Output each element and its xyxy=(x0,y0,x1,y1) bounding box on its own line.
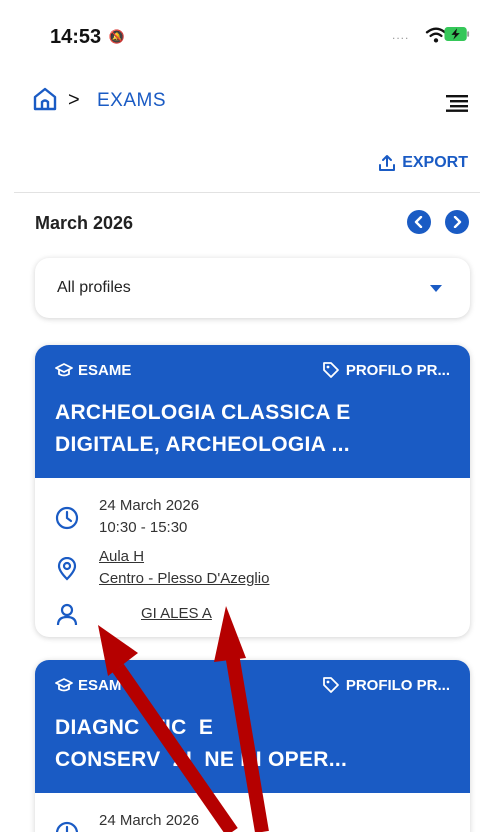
home-icon[interactable] xyxy=(32,86,58,112)
bell-slash-icon: 🔕 xyxy=(108,29,125,44)
profile-select-value: All profiles xyxy=(57,279,131,296)
exam-type-tag: ESAME xyxy=(55,361,131,379)
exam-card-header: ESAM PROFILO PR... DIAGNC TIC E CONSERV … xyxy=(35,660,470,793)
clock-icon xyxy=(55,821,79,832)
exam-card-header: ESAME PROFILO PR... ARCHEOLOGIA CLASSICA… xyxy=(35,345,470,478)
exam-teacher-link[interactable]: GI ALES A xyxy=(141,604,212,624)
profile-label: PROFILO PR... xyxy=(345,361,450,379)
user-icon xyxy=(56,603,78,626)
exam-time: 10:30 - 15:30 xyxy=(99,519,188,536)
export-button[interactable]: EXPORT xyxy=(378,154,468,172)
breadcrumb-current: EXAMS xyxy=(97,90,167,111)
month-title: March 2026 xyxy=(35,213,134,233)
profile-tag: PROFILO PR... xyxy=(322,676,450,694)
location-pin-icon xyxy=(57,557,77,581)
exam-type-label: ESAME xyxy=(78,361,132,379)
status-bar: 14:53 🔕 .... xyxy=(0,0,480,60)
tag-icon xyxy=(322,677,339,693)
exam-location-link[interactable]: Centro - Plesso D'Azeglio xyxy=(99,569,269,589)
chevron-right-icon xyxy=(453,216,462,228)
divider xyxy=(14,192,480,193)
clock-icon xyxy=(55,506,79,530)
exam-title-line2: CONSERV ZI NE DI OPER... xyxy=(55,748,348,771)
time-text: 14:53 xyxy=(50,26,102,48)
exam-title-line2: DIGITALE, ARCHEOLOGIA ... xyxy=(55,433,350,456)
upload-icon xyxy=(379,155,396,171)
exam-title-line1: ARCHEOLOGIA CLASSICA E xyxy=(55,401,351,424)
breadcrumb-separator: > xyxy=(68,89,80,111)
exam-title: DIAGNC TIC E CONSERV ZI NE DI OPER... xyxy=(55,712,455,776)
menu-icon[interactable] xyxy=(446,94,468,112)
graduation-cap-icon xyxy=(55,363,73,377)
profile-label: PROFILO PR... xyxy=(345,676,450,694)
exam-title: ARCHEOLOGIA CLASSICA E DIGITALE, ARCHEOL… xyxy=(55,397,455,461)
profile-tag: PROFILO PR... xyxy=(322,361,450,379)
exam-card[interactable]: ESAME PROFILO PR... ARCHEOLOGIA CLASSICA… xyxy=(35,345,470,637)
battery-charging-icon xyxy=(444,27,470,41)
month-navigator: March 2026 xyxy=(35,210,473,236)
breadcrumb: > EXAMS xyxy=(0,82,480,126)
exam-date: 24 March 2026 xyxy=(99,812,200,829)
graduation-cap-icon xyxy=(55,678,73,692)
next-month-button[interactable] xyxy=(445,210,469,234)
profile-select[interactable]: All profiles xyxy=(35,258,470,318)
exam-type-tag: ESAM xyxy=(55,676,121,694)
exam-date: 24 March 2026 xyxy=(99,497,200,514)
tag-icon xyxy=(322,362,339,378)
exam-title-line1: DIAGNC TIC E xyxy=(55,716,214,739)
clock: 14:53 🔕 xyxy=(50,26,125,49)
chevron-left-icon xyxy=(414,216,423,228)
exam-type-label: ESAM xyxy=(78,676,122,694)
export-label: EXPORT xyxy=(402,154,468,171)
exam-card[interactable]: ESAM PROFILO PR... DIAGNC TIC E CONSERV … xyxy=(35,660,470,832)
caret-down-icon xyxy=(430,285,442,292)
signal-dots: .... xyxy=(392,28,410,42)
prev-month-button[interactable] xyxy=(407,210,431,234)
exam-room-link[interactable]: Aula H xyxy=(99,547,144,567)
